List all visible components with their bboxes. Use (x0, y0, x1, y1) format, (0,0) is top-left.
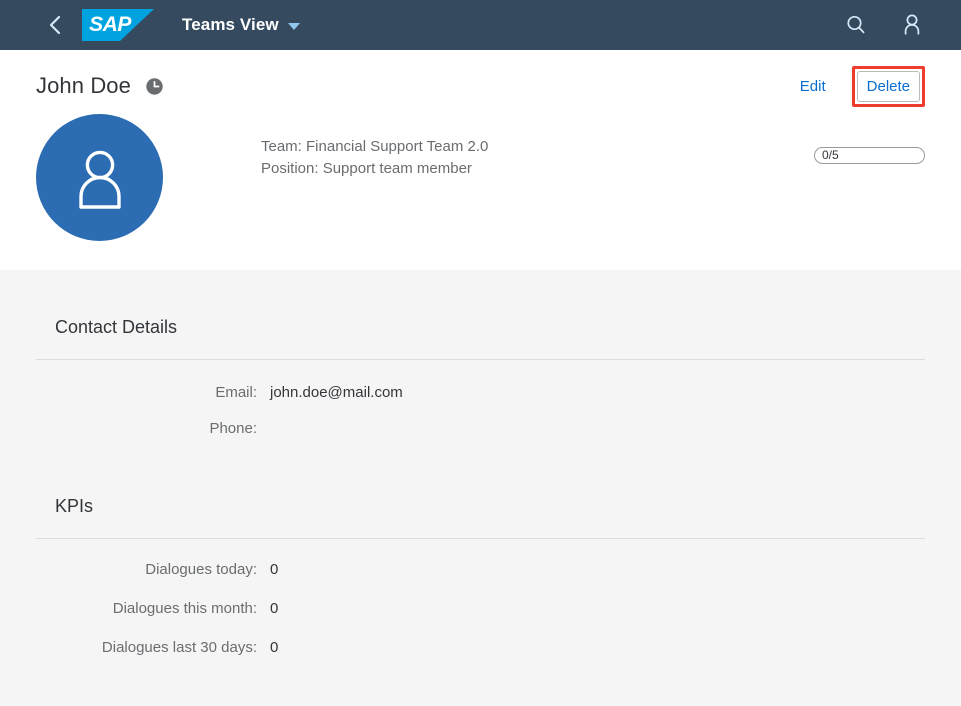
dialogues-today-value: 0 (270, 561, 279, 578)
object-title-row: John Doe Edit Delete (0, 50, 961, 107)
shell-header: SAP Teams View (0, 0, 961, 50)
object-header-content: Team: Financial Support Team 2.0 Positio… (0, 104, 961, 241)
email-value: john.doe@mail.com (270, 384, 403, 401)
object-page-header: John Doe Edit Delete Team: Financial Sup… (0, 50, 961, 270)
search-button[interactable] (841, 10, 871, 40)
person-icon (69, 145, 131, 211)
clock-icon (145, 77, 164, 96)
kpi-rows: Dialogues today: 0 Dialogues this month:… (36, 539, 925, 659)
back-button[interactable] (38, 8, 72, 42)
form-row: Email: john.doe@mail.com (36, 382, 925, 404)
avatar (36, 114, 163, 241)
progress-label: 0/5 (822, 148, 839, 162)
dialogues-today-label: Dialogues today: (145, 561, 257, 578)
section-contact-details: Contact Details Email: john.doe@mail.com… (0, 270, 961, 440)
dialogues-this-month-value: 0 (270, 600, 279, 617)
object-header-actions: Edit Delete (790, 65, 925, 107)
form-row: Dialogues this month: 0 (36, 598, 925, 620)
delete-button[interactable]: Delete (856, 70, 920, 102)
form-row: Dialogues last 30 days: 0 (36, 637, 925, 659)
section-title-contact-details: Contact Details (55, 317, 178, 337)
app-title: Teams View (182, 15, 279, 34)
chevron-left-icon (47, 14, 63, 36)
form-row: Phone: (36, 418, 925, 440)
team-fact: Team: Financial Support Team 2.0 (261, 138, 489, 155)
caret-down-icon (287, 23, 300, 30)
contact-details-rows: Email: john.doe@mail.com Phone: (36, 360, 925, 440)
sap-logo-shape (82, 9, 154, 41)
position-fact: Position: Support team member (261, 160, 472, 177)
search-icon (845, 14, 867, 36)
edit-button[interactable]: Edit (790, 71, 836, 102)
section-title-kpis: KPIs (55, 496, 94, 516)
dialogues-last-30-days-label: Dialogues last 30 days: (101, 639, 257, 656)
dialogues-this-month-label: Dialogues this month: (112, 600, 257, 617)
dialogues-last-30-days-value: 0 (270, 639, 279, 656)
phone-label: Phone: (209, 420, 257, 437)
delete-button-highlight: Delete (851, 65, 925, 107)
header-right-panel: 0/5 (814, 147, 925, 164)
app-title-dropdown[interactable]: Teams View (176, 11, 306, 39)
page-title: John Doe (36, 73, 131, 98)
header-facts: Team: Financial Support Team 2.0 Positio… (261, 136, 488, 180)
user-icon (901, 13, 923, 37)
sap-logo[interactable]: SAP (82, 9, 154, 41)
email-label: Email: (215, 384, 257, 401)
shell-header-actions (841, 10, 927, 40)
page-body: Contact Details Email: john.doe@mail.com… (0, 270, 961, 706)
progress-indicator: 0/5 (814, 147, 925, 164)
section-kpis: KPIs Dialogues today: 0 Dialogues this m… (0, 454, 961, 659)
form-row: Dialogues today: 0 (36, 559, 925, 581)
user-account-button[interactable] (897, 10, 927, 40)
